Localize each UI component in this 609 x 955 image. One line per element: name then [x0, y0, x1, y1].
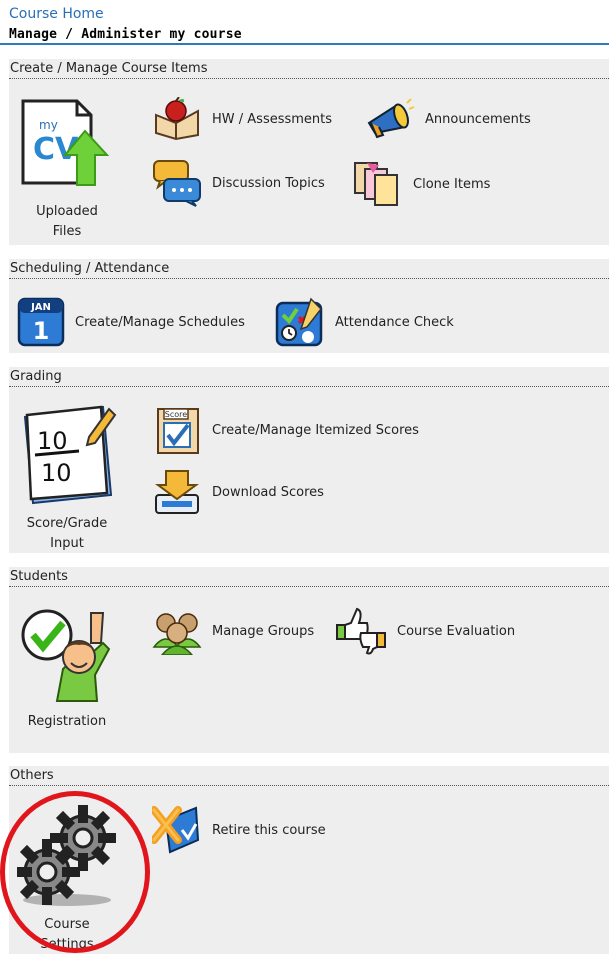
svg-text:1: 1	[33, 317, 50, 345]
tile-label: Registration	[27, 714, 107, 729]
uploaded-files-icon: my CV	[21, 99, 110, 186]
section-title: Grading	[9, 367, 609, 387]
item-label: Course Evaluation	[397, 623, 516, 639]
section-title: Create / Manage Course Items	[9, 59, 609, 79]
item-label: Clone Items	[413, 176, 491, 192]
hw-assessments-link[interactable]: HW / Assessments	[152, 97, 332, 141]
attendance-check-link[interactable]: Attendance Check	[275, 297, 454, 347]
registration-tile[interactable]: Registration	[17, 605, 117, 732]
section-title: Scheduling / Attendance	[9, 259, 609, 279]
tile-label: Uploaded	[36, 204, 98, 219]
svg-text:Score: Score	[165, 410, 187, 419]
chat-bubbles-icon	[152, 159, 202, 207]
announcements-link[interactable]: Announcements	[363, 97, 531, 141]
section-create-manage: Create / Manage Course Items my CV Uploa…	[9, 59, 609, 245]
retire-course-link[interactable]: Retire this course	[152, 806, 326, 854]
download-tray-icon	[152, 467, 202, 517]
breadcrumb[interactable]: Course Home	[9, 6, 104, 22]
attendance-icon	[275, 297, 325, 347]
section-grading: Grading 10 10 Score/Grade Input Score Cr…	[9, 367, 609, 553]
gears-icon	[14, 805, 116, 906]
retire-icon	[152, 806, 202, 854]
clone-items-link[interactable]: Clone Items	[353, 159, 490, 209]
svg-text:10: 10	[41, 459, 72, 487]
manage-groups-link[interactable]: Manage Groups	[152, 607, 314, 655]
apple-book-icon	[152, 97, 202, 141]
item-label: Retire this course	[212, 822, 326, 838]
svg-text:10: 10	[37, 427, 68, 455]
section-title: Students	[9, 567, 609, 587]
item-label: Download Scores	[212, 484, 324, 500]
svg-text:JAN: JAN	[30, 302, 51, 313]
thumbs-icon	[335, 607, 387, 655]
item-label: Announcements	[425, 111, 531, 127]
item-label: Manage Groups	[212, 623, 315, 639]
item-label: Create/Manage Schedules	[75, 314, 245, 330]
copy-documents-icon	[353, 159, 403, 209]
section-title: Others	[9, 766, 609, 786]
section-students: Students Registration Manage Groups Cour…	[9, 567, 609, 753]
page-title: Manage / Administer my course	[9, 27, 242, 42]
section-others: Others Course Settings Retire this cours…	[9, 766, 609, 954]
score-pad-icon: 10 10	[23, 405, 117, 505]
registration-icon	[21, 609, 111, 702]
group-icon	[152, 607, 202, 655]
course-evaluation-link[interactable]: Course Evaluation	[335, 607, 515, 655]
item-label: Create/Manage Itemized Scores	[212, 422, 419, 438]
item-label: HW / Assessments	[212, 111, 333, 127]
course-settings-tile[interactable]: Course Settings	[14, 804, 117, 955]
tile-label: Files	[52, 224, 82, 239]
score-grade-input-tile[interactable]: 10 10 Score/Grade Input	[17, 403, 117, 554]
section-scheduling-attendance: Scheduling / Attendance JAN 1 Create/Man…	[9, 259, 609, 353]
uploaded-files-tile[interactable]: my CV Uploaded Files	[17, 97, 117, 242]
download-scores-link[interactable]: Download Scores	[152, 467, 324, 517]
discussion-topics-link[interactable]: Discussion Topics	[152, 159, 325, 207]
score-checkbox-icon: Score	[152, 405, 202, 455]
title-divider	[0, 43, 609, 45]
megaphone-icon	[363, 97, 415, 141]
calendar-icon: JAN 1	[17, 297, 65, 347]
item-label: Attendance Check	[335, 314, 454, 330]
tile-label: Settings	[40, 937, 94, 952]
tile-label: Course	[44, 917, 90, 932]
create-manage-itemized-scores-link[interactable]: Score Create/Manage Itemized Scores	[152, 405, 419, 455]
tile-label: Input	[50, 536, 84, 551]
svg-text:my: my	[39, 118, 58, 132]
create-manage-schedules-link[interactable]: JAN 1 Create/Manage Schedules	[17, 297, 245, 347]
item-label: Discussion Topics	[212, 175, 325, 191]
tile-label: Score/Grade	[26, 516, 108, 531]
